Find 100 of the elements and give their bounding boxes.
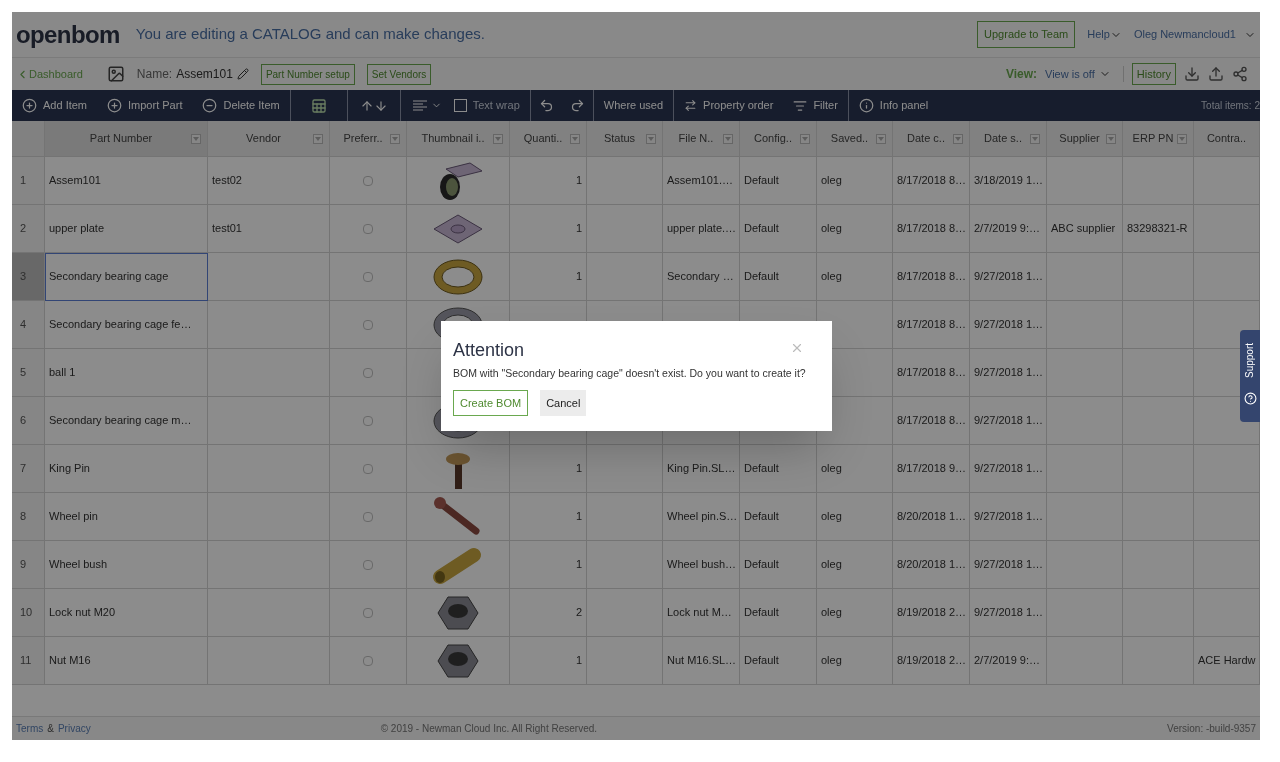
table-cell: 1 [510, 493, 587, 541]
filter-icon[interactable] [493, 133, 503, 144]
preferred-checkbox[interactable] [363, 607, 373, 618]
table-cell: oleg [817, 205, 893, 253]
column-header[interactable]: Vendor [208, 121, 330, 157]
filter-icon[interactable] [313, 133, 323, 144]
delete-item-button[interactable]: Delete Item [192, 90, 290, 121]
upgrade-button[interactable]: Upgrade to Team [977, 21, 1076, 48]
table-cell: 8/20/2018 1… [893, 541, 970, 589]
total-items: Total items: 2 [1201, 99, 1260, 113]
checkbox[interactable] [453, 99, 467, 112]
filter-icon[interactable] [1106, 133, 1116, 144]
row-number: 5 [12, 349, 45, 397]
row-number: 8 [12, 493, 45, 541]
name-label: Name: [136, 66, 173, 83]
preferred-checkbox[interactable] [363, 223, 373, 234]
table-cell [1194, 253, 1260, 301]
where-used-button[interactable]: Where used [593, 90, 674, 121]
info-icon [858, 98, 874, 113]
preferred-checkbox[interactable] [363, 511, 373, 522]
preferred-checkbox[interactable] [363, 271, 373, 282]
table-cell: King Pin [45, 445, 208, 493]
column-header[interactable]: Preferr.. [330, 121, 407, 157]
view-dropdown[interactable]: View is off [1045, 65, 1124, 83]
row-number: 2 [12, 205, 45, 253]
column-header[interactable]: Date c.. [893, 121, 970, 157]
preferred-checkbox[interactable] [363, 415, 373, 426]
text-wrap-toggle[interactable]: Text wrap [453, 97, 530, 114]
table-cell: 1 [510, 253, 587, 301]
cancel-button[interactable]: Cancel [540, 389, 587, 417]
filter-icon[interactable] [800, 133, 810, 144]
column-header[interactable]: Thumbnail i.. [407, 121, 510, 157]
column-header[interactable]: File N.. [663, 121, 740, 157]
create-bom-button[interactable]: Create BOM [453, 389, 529, 417]
table-cell: Default [740, 157, 817, 205]
column-header[interactable]: Config.. [740, 121, 817, 157]
filter-icon[interactable] [1030, 133, 1040, 144]
row-number: 11 [12, 637, 45, 685]
help-menu[interactable]: Help [1087, 26, 1122, 43]
part-number-setup-button[interactable]: Part Number setup [260, 63, 355, 85]
preferred-checkbox[interactable] [363, 319, 373, 330]
user-menu[interactable]: Oleg Newmancloud1 [1133, 26, 1256, 43]
table-cell: 1 [510, 637, 587, 685]
add-item-button[interactable]: Add Item [12, 90, 98, 121]
filter-icon[interactable] [876, 133, 886, 144]
table-cell: 8/17/2018 9… [893, 445, 970, 493]
table-cell [1123, 637, 1194, 685]
filter-icon[interactable] [723, 133, 733, 144]
upload-icon[interactable] [1208, 66, 1224, 82]
filter-icon[interactable] [191, 133, 201, 144]
set-vendors-button[interactable]: Set Vendors [366, 63, 432, 85]
column-header[interactable]: Date s.. [970, 121, 1047, 157]
filter-icon[interactable] [390, 133, 400, 144]
table-cell: 1 [510, 157, 587, 205]
column-header[interactable]: Quanti.. [510, 121, 587, 157]
preferred-checkbox[interactable] [363, 463, 373, 474]
table-cell [1123, 397, 1194, 445]
table-cell: 8/17/2018 8… [893, 301, 970, 349]
table-cell: 1 [510, 541, 587, 589]
row-number: 7 [12, 445, 45, 493]
filter-icon[interactable] [953, 133, 963, 144]
preferred-checkbox[interactable] [363, 655, 373, 666]
share-icon[interactable] [1232, 66, 1248, 82]
filter-icon[interactable] [570, 133, 580, 144]
column-header[interactable]: Supplier [1047, 121, 1123, 157]
property-order-button[interactable]: Property order [674, 90, 784, 121]
terms-link[interactable]: Terms [16, 721, 44, 736]
preferred-checkbox[interactable] [363, 175, 373, 186]
filter-button[interactable]: Filter [783, 90, 848, 121]
dashboard-link[interactable]: Dashboard [16, 65, 83, 83]
import-part-button[interactable]: Import Part [97, 90, 193, 121]
table-cell [1194, 205, 1260, 253]
table-cell: 9/27/2018 1… [970, 253, 1047, 301]
info-panel-button[interactable]: Info panel [848, 90, 939, 121]
filter-icon[interactable] [646, 133, 656, 144]
column-header[interactable]: Status [587, 121, 663, 157]
privacy-link[interactable]: Privacy [57, 721, 91, 736]
table-cell: 8/17/2018 8… [893, 253, 970, 301]
table-cell: oleg [817, 637, 893, 685]
table-cell: 8/19/2018 2… [893, 637, 970, 685]
close-icon[interactable] [790, 341, 804, 355]
column-header[interactable]: Contra.. [1194, 121, 1260, 157]
filter-icon[interactable] [1177, 133, 1187, 144]
grid-icon [310, 97, 327, 114]
edit-icon[interactable] [236, 68, 249, 80]
history-button[interactable]: History [1131, 62, 1176, 86]
support-tab[interactable]: Support [1240, 330, 1260, 422]
download-icon[interactable] [1184, 66, 1200, 82]
column-header[interactable]: ERP PN [1123, 121, 1194, 157]
preferred-checkbox[interactable] [363, 559, 373, 570]
column-header[interactable]: Saved.. [817, 121, 893, 157]
table-cell: oleg [817, 493, 893, 541]
column-header[interactable]: Part Number [45, 121, 208, 157]
image-icon[interactable] [106, 65, 125, 83]
table-cell [1123, 157, 1194, 205]
table-cell: Default [740, 589, 817, 637]
help-icon [1243, 392, 1257, 405]
preferred-checkbox[interactable] [363, 367, 373, 378]
copyright: © 2019 - Newman Cloud Inc. All Right Reserved. [380, 722, 598, 736]
table-cell: 9/27/2018 1… [970, 541, 1047, 589]
